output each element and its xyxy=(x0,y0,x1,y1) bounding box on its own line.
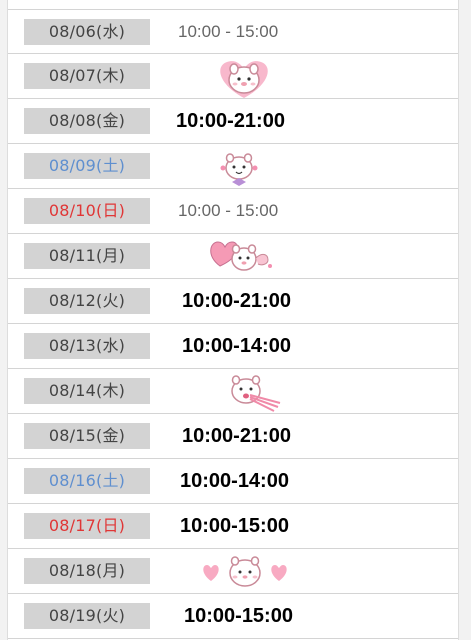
schedule-row: 08/09(土) xyxy=(8,144,458,189)
schedule-row: 08/18(月) xyxy=(8,549,458,594)
time-range: 10:00-15:00 xyxy=(180,515,289,537)
time-range: 10:00-21:00 xyxy=(182,425,291,447)
date-label: 08/15(金) xyxy=(24,423,150,449)
date-label: 08/14(木) xyxy=(24,378,150,404)
date-label: 08/16(土) xyxy=(24,468,150,494)
time-range: 10:00 - 15:00 xyxy=(178,22,279,41)
bear-two-hearts-sticker xyxy=(203,556,287,587)
schedule-row: 08/19(火) 10:00-15:00 xyxy=(8,594,458,639)
schedule-row: 08/07(木) xyxy=(8,54,458,99)
date-label: 08/18(月) xyxy=(24,558,150,584)
time-range: 10:00-14:00 xyxy=(182,335,291,357)
date-label: 08/07(木) xyxy=(24,63,150,89)
date-label: 08/06(水) xyxy=(24,19,150,45)
time-range: 10:00-21:00 xyxy=(182,290,291,312)
time-range: 10:00 - 15:00 xyxy=(178,201,279,220)
schedule-row: 08/10(日) 10:00 - 15:00 xyxy=(8,189,458,234)
time-range: 10:00-21:00 xyxy=(176,110,285,132)
schedule-row: 08/14(木) xyxy=(8,369,458,414)
schedule-row: 08/16(土) 10:00-14:00 xyxy=(8,459,458,504)
time-range: 10:00-14:00 xyxy=(180,470,289,492)
bear-crying-sticker xyxy=(231,375,281,412)
schedule-row: 08/08(金) 10:00-21:00 xyxy=(8,99,458,144)
schedule-row: 08/06(水) 10:00 - 15:00 xyxy=(8,9,458,54)
date-label: 08/12(火) xyxy=(24,288,150,314)
date-label: 08/17(日) xyxy=(24,513,150,539)
date-label: 08/09(土) xyxy=(24,153,150,179)
date-label: 08/11(月) xyxy=(24,243,150,269)
time-range: 10:00-15:00 xyxy=(184,605,293,627)
bear-balloon-sticker xyxy=(210,241,272,271)
date-label: 08/10(日) xyxy=(24,198,150,224)
schedule-row: 08/11(月) xyxy=(8,234,458,279)
bear-hearts-sticker xyxy=(220,61,268,98)
schedule-row: 08/17(日) 10:00-15:00 xyxy=(8,504,458,549)
date-label: 08/13(水) xyxy=(24,333,150,359)
date-label: 08/19(火) xyxy=(24,603,150,629)
schedule-row: 08/15(金) 10:00-21:00 xyxy=(8,414,458,459)
bear-bow-sticker xyxy=(220,153,258,186)
date-label: 08/08(金) xyxy=(24,108,150,134)
schedule-row: 08/12(火) 10:00-21:00 xyxy=(8,279,458,324)
schedule-row: 08/13(水) 10:00-14:00 xyxy=(8,324,458,369)
